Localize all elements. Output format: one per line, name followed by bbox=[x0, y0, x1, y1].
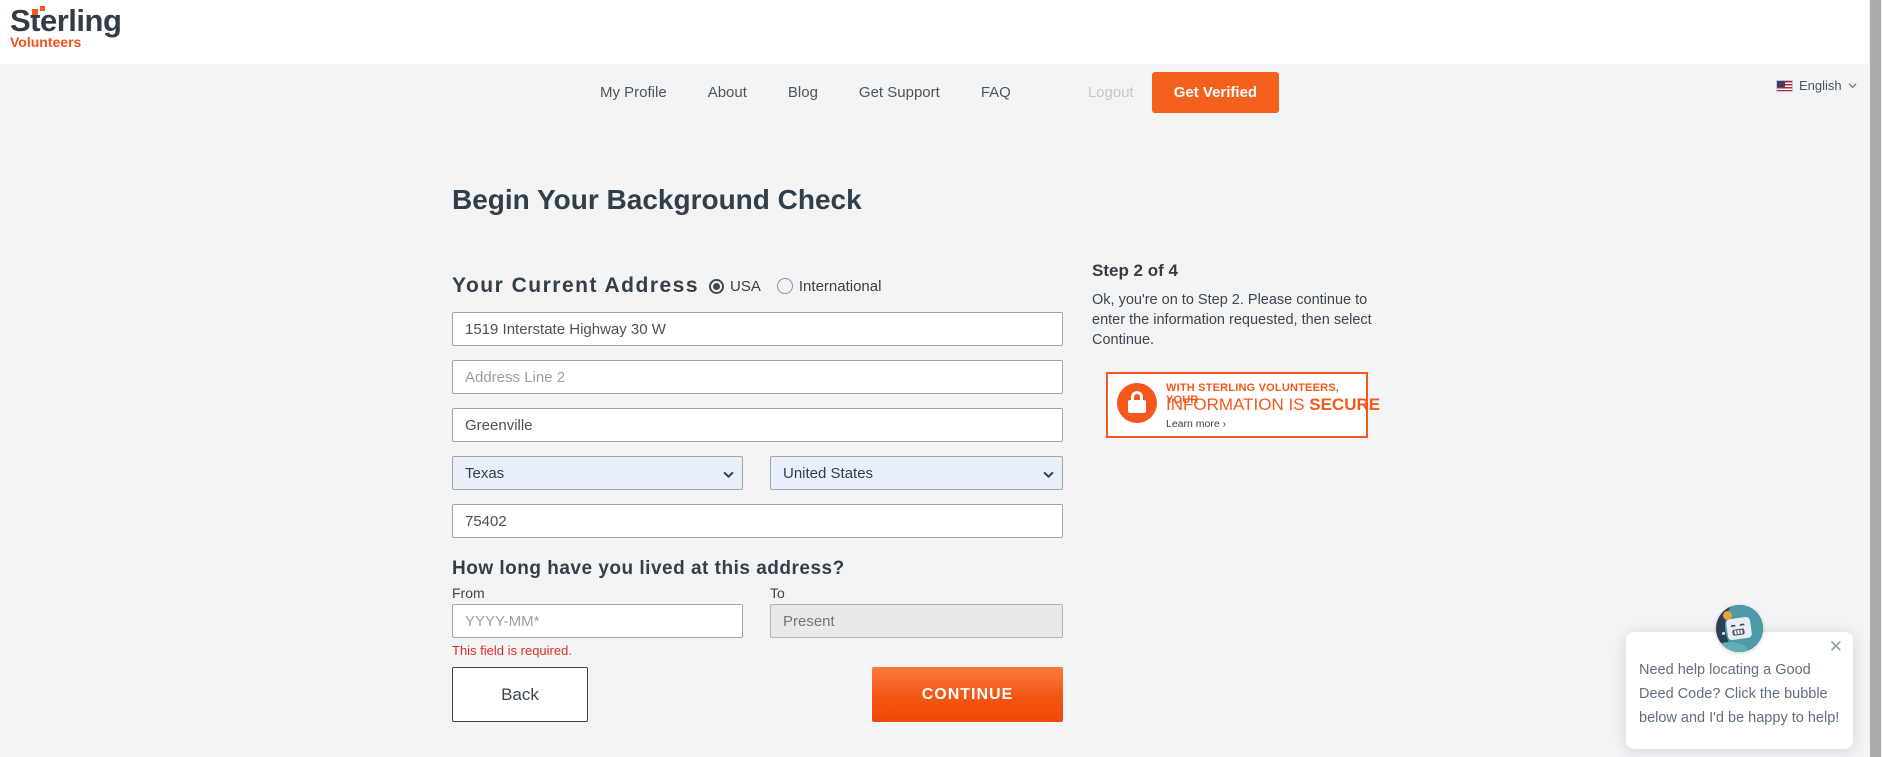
chevron-down-icon bbox=[1043, 469, 1052, 478]
nav-blog[interactable]: Blog bbox=[788, 84, 818, 101]
chatbot-avatar-icon bbox=[1716, 605, 1763, 652]
lock-icon bbox=[1117, 383, 1157, 423]
background-check-form: Begin Your Background Check Your Current… bbox=[452, 184, 1063, 722]
nav-about[interactable]: About bbox=[708, 84, 747, 101]
current-address-label: Your Current Address bbox=[452, 274, 699, 298]
main-nav: My Profile About Blog Get Support FAQ Lo… bbox=[600, 64, 1279, 120]
close-icon[interactable]: ✕ bbox=[1829, 638, 1843, 656]
address-line2-input[interactable] bbox=[452, 360, 1063, 394]
nav-my-profile[interactable]: My Profile bbox=[600, 84, 667, 101]
date-labels-row: From To bbox=[452, 580, 1063, 601]
date-inputs-row bbox=[452, 601, 1063, 638]
address-line1-input[interactable] bbox=[452, 312, 1063, 346]
radio-usa-label[interactable]: USA bbox=[730, 278, 761, 295]
learn-more-link[interactable]: Learn more › bbox=[1166, 418, 1226, 430]
language-label: English bbox=[1799, 78, 1842, 93]
brand-name: Sterling bbox=[10, 5, 121, 37]
country-select-value: United States bbox=[783, 465, 873, 482]
radio-usa[interactable] bbox=[709, 279, 724, 294]
to-date-input bbox=[770, 604, 1063, 638]
form-actions: Back CONTINUE bbox=[452, 667, 1063, 722]
state-country-row: Texas United States bbox=[452, 456, 1063, 490]
nav-faq[interactable]: FAQ bbox=[981, 84, 1011, 101]
nav-get-support[interactable]: Get Support bbox=[859, 84, 940, 101]
language-selector[interactable]: English bbox=[1776, 78, 1857, 93]
chevron-down-icon bbox=[1848, 81, 1857, 90]
us-flag-icon bbox=[1776, 80, 1793, 92]
state-select[interactable]: Texas bbox=[452, 456, 743, 490]
header: Sterling Volunteers bbox=[0, 0, 1882, 64]
brand-logo[interactable]: Sterling Volunteers bbox=[10, 5, 121, 49]
country-select[interactable]: United States bbox=[770, 456, 1063, 490]
page-scrollbar bbox=[1869, 0, 1882, 757]
scrollbar-thumb[interactable] bbox=[1870, 0, 1881, 757]
from-date-input[interactable] bbox=[452, 604, 743, 638]
logo-accent-dot bbox=[40, 6, 45, 11]
logo-accent-dot bbox=[32, 9, 38, 15]
radio-international[interactable] bbox=[777, 278, 793, 294]
step-indicator: Step 2 of 4 bbox=[1092, 261, 1402, 281]
from-date-error: This field is required. bbox=[452, 643, 1063, 658]
to-label: To bbox=[770, 585, 1063, 601]
nav-logout[interactable]: Logout bbox=[1088, 84, 1134, 101]
page-title: Begin Your Background Check bbox=[452, 184, 1063, 216]
step-sidebar: Step 2 of 4 Ok, you're on to Step 2. Ple… bbox=[1092, 261, 1402, 438]
step-description: Ok, you're on to Step 2. Please continue… bbox=[1092, 290, 1392, 350]
city-input[interactable] bbox=[452, 408, 1063, 442]
zip-input[interactable] bbox=[452, 504, 1063, 538]
chevron-down-icon bbox=[723, 469, 732, 478]
secure-info-box: WITH STERLING VOLUNTEERS, YOUR INFORMATI… bbox=[1106, 372, 1368, 438]
from-label: From bbox=[452, 585, 743, 601]
current-address-section: Your Current Address USA International bbox=[452, 274, 1063, 298]
continue-button[interactable]: CONTINUE bbox=[872, 667, 1063, 722]
get-verified-button[interactable]: Get Verified bbox=[1152, 72, 1279, 113]
radio-international-label[interactable]: International bbox=[799, 278, 882, 295]
chat-help-popup: ✕ Need help locating a Good Deed Code? C… bbox=[1626, 632, 1853, 749]
back-button[interactable]: Back bbox=[452, 667, 588, 722]
state-select-value: Texas bbox=[465, 465, 504, 482]
secure-subheadline: INFORMATION IS SECURE bbox=[1166, 395, 1380, 415]
address-type-radios: USA International bbox=[709, 278, 891, 295]
chat-message: Need help locating a Good Deed Code? Cli… bbox=[1639, 658, 1842, 730]
duration-question: How long have you lived at this address? bbox=[452, 558, 1063, 580]
